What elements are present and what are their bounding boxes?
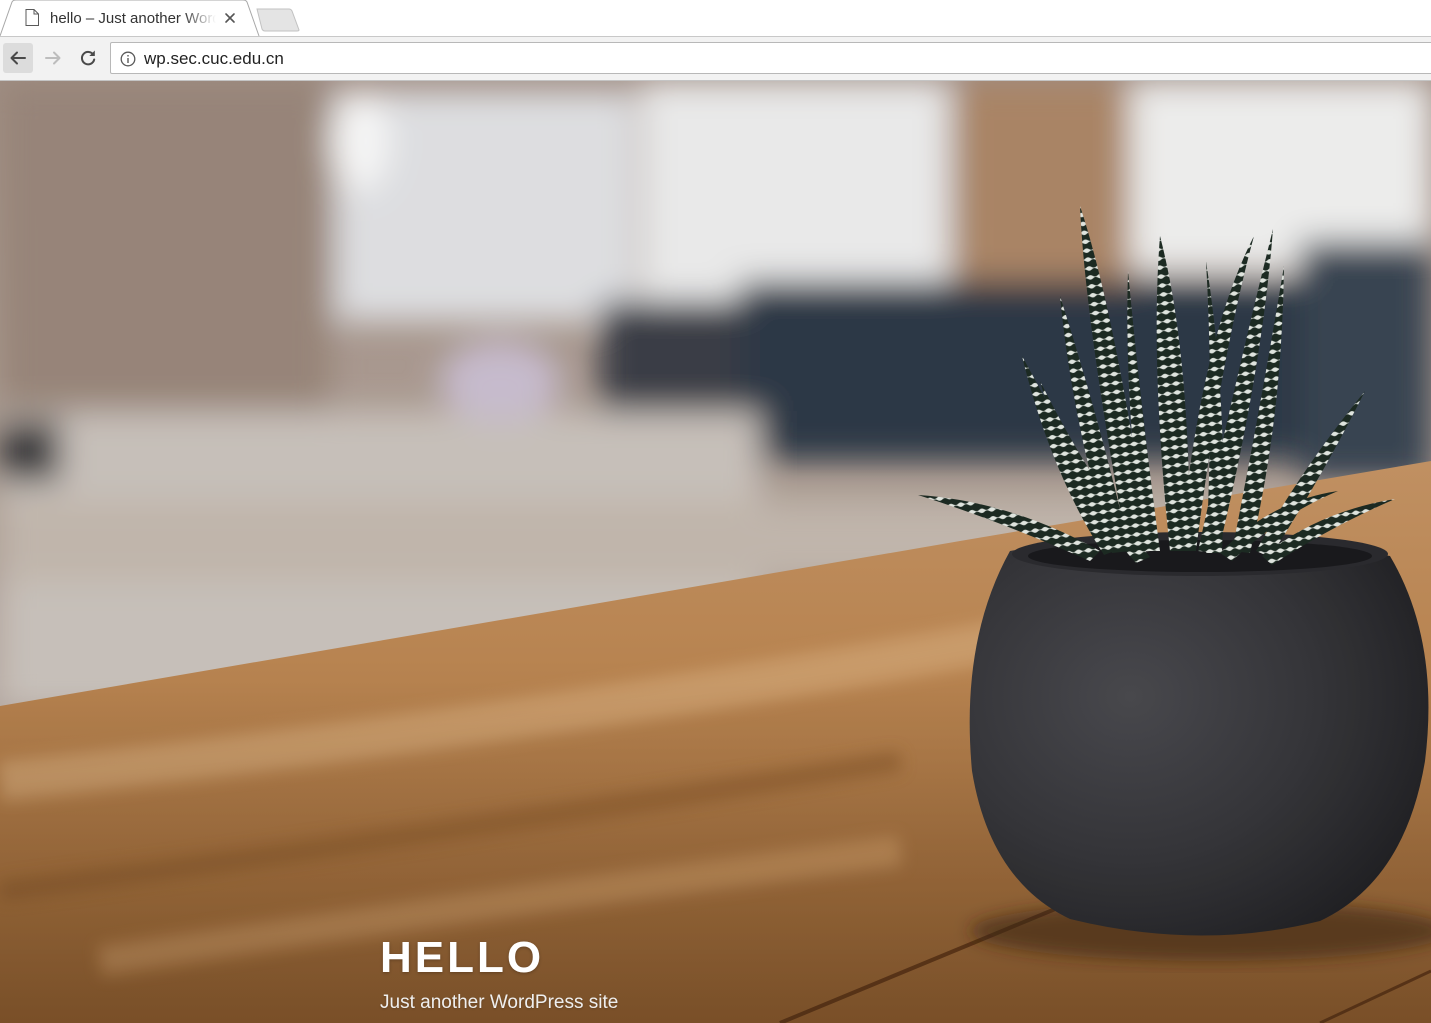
page-viewport: HELLO Just another WordPress site	[0, 81, 1431, 1023]
browser-window: hello – Just another WordPress site	[0, 0, 1431, 1023]
tab-title: hello – Just another WordPress site	[50, 10, 216, 27]
info-icon[interactable]	[120, 51, 136, 67]
back-arrow-icon	[10, 51, 26, 65]
tab-strip: hello – Just another WordPress site	[0, 0, 1431, 37]
reload-button[interactable]	[73, 43, 103, 73]
reload-icon	[80, 50, 96, 66]
site-branding: HELLO Just another WordPress site	[380, 936, 618, 1014]
browser-toolbar: wp.sec.cuc.edu.cn	[0, 36, 1431, 81]
browser-tab[interactable]: hello – Just another WordPress site	[0, 0, 260, 37]
new-tab-button[interactable]	[255, 8, 301, 32]
forward-arrow-icon	[45, 51, 61, 65]
site-description: Just another WordPress site	[380, 992, 619, 1013]
header-image	[0, 81, 1431, 1023]
forward-button[interactable]	[38, 43, 68, 73]
page-icon	[25, 9, 39, 26]
close-icon[interactable]	[222, 10, 238, 26]
back-button[interactable]	[3, 43, 33, 73]
address-bar[interactable]: wp.sec.cuc.edu.cn	[110, 42, 1431, 74]
url-text[interactable]: wp.sec.cuc.edu.cn	[144, 49, 284, 69]
site-title[interactable]: HELLO	[380, 936, 544, 980]
